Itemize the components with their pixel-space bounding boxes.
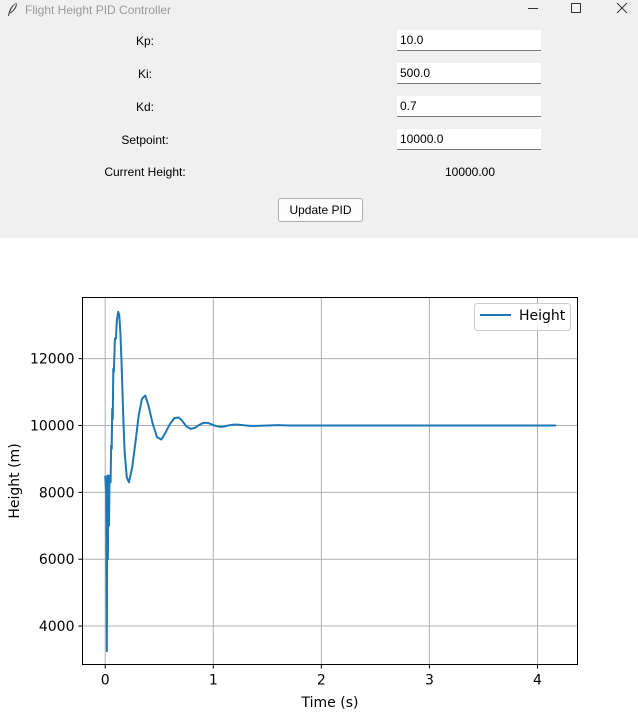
update-pid-button[interactable]: Update PID [278, 198, 363, 222]
maximize-icon [571, 3, 581, 13]
minimize-icon [528, 8, 538, 9]
maximize-button[interactable] [556, 0, 602, 24]
close-button[interactable] [600, 0, 638, 24]
legend: Height [474, 303, 571, 331]
x-tick-label: 2 [317, 673, 326, 689]
window-title: Flight Height PID Controller [25, 3, 172, 17]
kd-input[interactable] [397, 96, 541, 117]
y-tick-label: 12000 [30, 352, 75, 368]
plot-frame [82, 297, 578, 665]
x-tick-label: 0 [101, 673, 110, 689]
kd-label: Kd: [135, 100, 154, 114]
ki-input[interactable] [397, 63, 541, 84]
window-titlebar: Flight Height PID Controller [0, 0, 638, 24]
legend-label-height: Height [519, 308, 566, 324]
x-tick-label: 4 [533, 673, 542, 689]
kp-label: Kp: [135, 34, 154, 48]
close-icon [616, 2, 628, 14]
y-tick-label: 4000 [39, 619, 75, 635]
minimize-button[interactable] [510, 0, 556, 24]
setpoint-label: Setpoint: [121, 133, 169, 147]
current-height-label: Current Height: [104, 165, 186, 179]
kp-input[interactable] [397, 30, 541, 51]
x-axis-label: Time (s) [301, 695, 359, 711]
height-chart: 0 1 2 3 4 4000 6000 8000 10000 12000 Time (s) Hei… [7, 297, 578, 711]
current-height-value: 10000.00 [444, 165, 496, 179]
y-tick-label: 8000 [39, 485, 75, 501]
height-plot-canvas: 0 1 2 3 4 4000 6000 8000 10000 12000 Time (s) Hei… [0, 238, 638, 718]
ki-label: Ki: [137, 67, 152, 81]
y-tick-label: 6000 [39, 552, 75, 568]
setpoint-input[interactable] [397, 129, 541, 150]
y-tick-label: 10000 [30, 419, 75, 435]
pid-form: Kp: Ki: Kd: Setpoint: Current Height: 10… [0, 24, 638, 238]
y-axis-label: Height (m) [7, 443, 23, 518]
x-tick-label: 3 [425, 673, 434, 689]
x-tick-label: 1 [209, 673, 218, 689]
height-series-line [104, 310, 556, 653]
feather-icon [8, 2, 17, 16]
